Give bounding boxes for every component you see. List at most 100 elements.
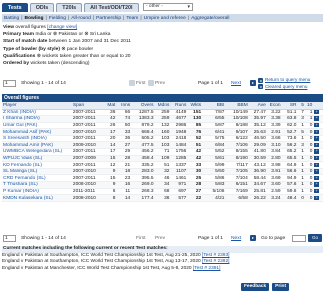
tab-odis[interactable]: ODIs <box>29 3 55 12</box>
page-size-select[interactable]: 1 <box>3 80 16 87</box>
plus-icon[interactable]: + <box>314 169 319 174</box>
plus-icon[interactable]: + <box>314 182 319 187</box>
player-link[interactable]: I Sharma (INDIA) <box>2 115 72 123</box>
next-page[interactable]: Next <box>231 81 241 86</box>
plus-icon[interactable]: + <box>314 142 319 148</box>
stat-cell: 3.69 <box>266 174 282 183</box>
plus-icon[interactable]: + <box>314 149 319 154</box>
nav-team[interactable]: Team <box>126 16 138 21</box>
row-detail-icon[interactable]: + <box>313 122 323 130</box>
tab-t20is[interactable]: T20Is <box>56 3 83 12</box>
player-link[interactable]: KMDN Kulasekara (SL) <box>2 194 72 202</box>
qualifications-label: Qualifications <box>3 53 36 59</box>
row-detail-icon[interactable]: + <box>313 194 323 202</box>
row-detail-icon[interactable]: + <box>313 188 323 196</box>
column-header[interactable]: 5 <box>297 102 305 110</box>
player-link[interactable]: Mohammad Amir (PAK) <box>2 141 72 150</box>
match-link[interactable]: [Test # 2392] <box>202 259 229 264</box>
tab-tests[interactable]: Tests <box>2 3 28 12</box>
row-detail-icon[interactable]: + <box>313 168 323 176</box>
player-link[interactable]: WPUJC Vaas (SL) <box>2 155 72 163</box>
row-detail-icon[interactable]: + <box>313 148 323 156</box>
plus-icon[interactable]: + <box>314 155 319 161</box>
column-header[interactable]: Wkts <box>187 102 203 110</box>
player-link[interactable]: S Sreesanth (INDIA) <box>2 135 72 143</box>
match-link[interactable]: [Test # 2393] <box>202 253 229 258</box>
plus-icon[interactable]: + <box>314 122 319 128</box>
feedback-button[interactable]: Feedback <box>241 283 270 291</box>
change-view-link[interactable]: [change view] <box>47 25 77 30</box>
tab-all[interactable]: All Test/ODI/T20I <box>84 3 139 12</box>
nav-aggregate[interactable]: Aggregate/overall <box>191 16 229 21</box>
page-size-select[interactable]: 1 <box>3 235 16 242</box>
nav-fielding[interactable]: Fielding <box>49 16 66 21</box>
next-page-icon[interactable]: ▸ <box>250 235 256 241</box>
column-header[interactable]: SR <box>281 102 298 110</box>
nav-partnership[interactable]: Partnership <box>96 16 121 21</box>
go-button[interactable]: Go <box>308 234 322 242</box>
row-detail-icon[interactable]: + <box>313 141 323 150</box>
row-detail-icon[interactable]: + <box>313 115 323 123</box>
plus-icon[interactable]: + <box>314 109 319 115</box>
stat-cell: 27 <box>187 188 203 196</box>
plus-icon[interactable]: + <box>314 116 319 121</box>
cleared-query-link[interactable]: ◂ Cleared query menu <box>258 84 310 91</box>
row-detail-icon[interactable]: + <box>313 155 323 163</box>
column-header[interactable]: Ave <box>248 102 267 110</box>
stat-cell: 27 <box>116 141 132 150</box>
next-page-icon[interactable]: ▸ <box>250 80 256 86</box>
stat-cell: 335.2 <box>131 161 155 169</box>
column-header[interactable]: Span <box>71 102 104 110</box>
plus-icon[interactable]: + <box>314 195 319 201</box>
stat-cell: 1 <box>297 155 305 163</box>
column-header[interactable]: BBM <box>225 102 249 110</box>
print-button[interactable]: Print <box>272 283 290 291</box>
stat-cell: 74 <box>116 115 132 123</box>
remove-icon[interactable]: ⊗ <box>84 32 88 37</box>
row-detail-icon[interactable]: + <box>313 161 323 169</box>
row-detail-icon[interactable]: + <box>313 174 323 183</box>
column-header[interactable]: BBI <box>206 102 226 110</box>
nav-batting[interactable]: Batting <box>4 16 19 21</box>
column-header[interactable]: Mat <box>103 102 117 110</box>
plus-icon[interactable]: + <box>314 162 319 168</box>
player-link[interactable]: UWMBCA Welegedara (SL) <box>2 148 72 156</box>
remove-icon[interactable]: ⊗ <box>61 47 65 52</box>
plus-icon[interactable]: + <box>314 175 319 181</box>
goto-page-input[interactable] <box>292 235 306 242</box>
ordered-by-label: Ordered by <box>3 61 30 67</box>
row-detail-icon[interactable]: + <box>313 128 323 136</box>
next-page[interactable]: Next <box>231 236 241 241</box>
plus-icon[interactable]: + <box>314 136 319 141</box>
player-link[interactable]: P Kumar (INDIA) <box>2 188 72 196</box>
nav-all-round[interactable]: All-round <box>71 16 91 21</box>
stat-type-nav: Batting | Bowling | Fielding | All-round | P… <box>2 14 323 22</box>
row-detail-icon[interactable]: + <box>313 135 323 143</box>
column-header[interactable]: Mdns <box>154 102 171 110</box>
opposition-select[interactable]: - other - <box>143 3 193 11</box>
column-header[interactable]: Inns <box>116 102 132 110</box>
player-link[interactable]: Mohammad Asif (PAK) <box>2 128 72 136</box>
column-header[interactable]: 10 <box>304 102 314 110</box>
column-header[interactable] <box>313 102 323 110</box>
row-detail-icon[interactable]: + <box>313 181 323 189</box>
remove-icon[interactable]: ⊗ <box>53 32 57 37</box>
player-link[interactable]: Z Khan (INDIA) <box>2 109 72 117</box>
player-link[interactable]: CRD Fernando (SL) <box>2 174 72 183</box>
match-link[interactable]: [Test # 2391] <box>193 266 220 271</box>
stat-cell: 259 <box>154 115 171 123</box>
player-link[interactable]: T Thushara (SL) <box>2 181 72 189</box>
plus-icon[interactable]: + <box>314 129 319 135</box>
player-link[interactable]: SL Malinga (SL) <box>2 168 72 176</box>
player-link[interactable]: KD Fernando (SL) <box>2 161 72 169</box>
column-header[interactable]: Runs <box>170 102 188 110</box>
column-header[interactable]: Overs <box>131 102 155 110</box>
row-detail-icon[interactable]: + <box>313 109 323 117</box>
stat-cell: 8 <box>103 194 117 202</box>
remove-icon[interactable]: ⊗ <box>37 54 41 59</box>
column-header[interactable]: Econ <box>266 102 282 110</box>
nav-umpire[interactable]: Umpire and referee <box>144 16 186 21</box>
plus-icon[interactable]: + <box>314 188 319 194</box>
player-link[interactable]: Umar Gul (PAK) <box>2 122 72 130</box>
cleared-query-text[interactable]: Cleared query menu <box>265 84 307 91</box>
